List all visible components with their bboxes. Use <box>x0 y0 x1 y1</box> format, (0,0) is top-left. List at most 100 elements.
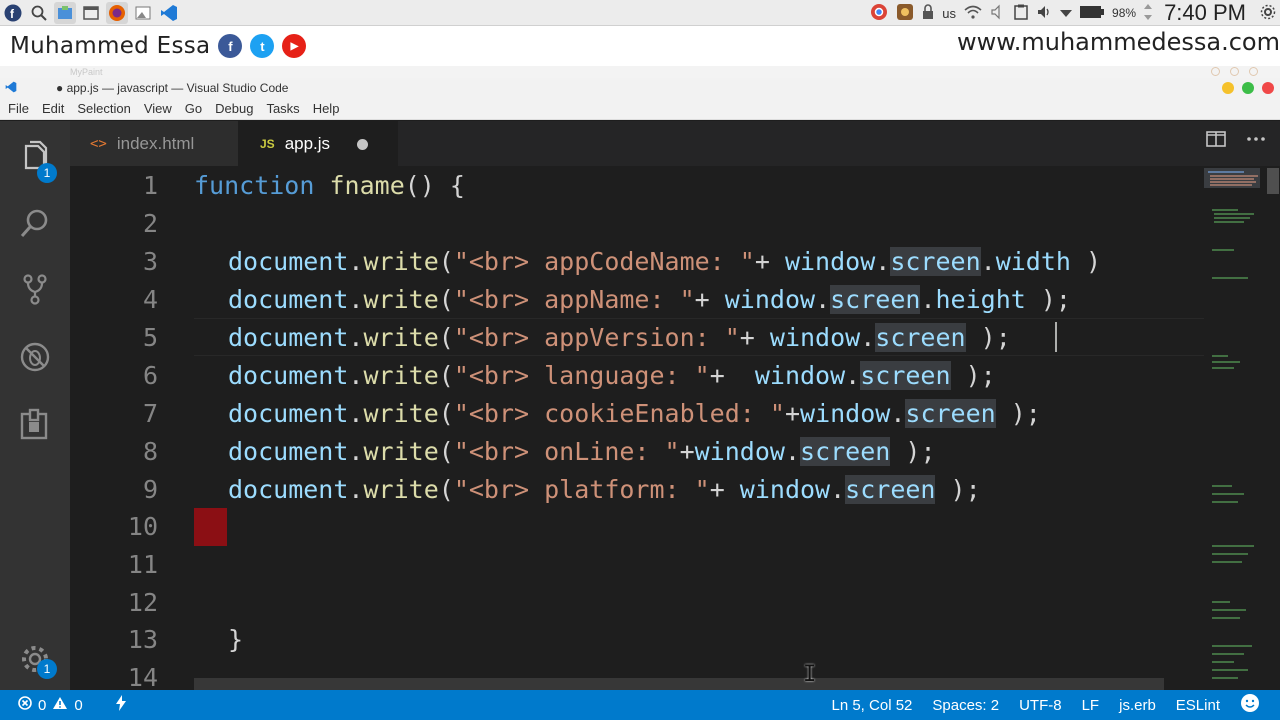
error-icon[interactable] <box>18 696 32 714</box>
code-line-13: } <box>228 625 244 654</box>
volume-alt-icon[interactable] <box>990 4 1006 23</box>
scrollbar-thumb[interactable] <box>1267 168 1279 194</box>
menu-selection[interactable]: Selection <box>77 101 130 116</box>
line-number: 9 <box>142 475 158 504</box>
code-line-1: function fname() { <box>194 171 465 200</box>
code-line-5: document.write("<br> appVersion: "+ wind… <box>228 323 1011 352</box>
background-window-title: MyPaint <box>70 67 103 77</box>
eslint-status[interactable]: ESLint <box>1176 697 1220 714</box>
minimize-button[interactable] <box>1222 82 1234 94</box>
close-button[interactable] <box>1262 82 1274 94</box>
cursor-position[interactable]: Ln 5, Col 52 <box>831 697 912 714</box>
split-editor-icon[interactable] <box>1206 131 1226 152</box>
code-line-8: document.write("<br> onLine: "+window.sc… <box>228 437 936 466</box>
extensions-icon <box>20 408 48 440</box>
tab-index-html[interactable]: <> index.html <box>70 121 238 166</box>
fedora-icon[interactable]: f <box>2 2 24 24</box>
line-number: 6 <box>142 361 158 390</box>
code-line-7: document.write("<br> cookieEnabled: "+wi… <box>228 399 1041 428</box>
vscode-icon[interactable] <box>158 2 180 24</box>
editor-tab-bar: <> index.html JS app.js <box>70 121 1280 166</box>
search-view-button[interactable] <box>0 195 70 251</box>
search-icon <box>20 209 48 237</box>
vertical-scrollbar[interactable] <box>1266 166 1280 690</box>
line-number: 11 <box>127 550 158 579</box>
menu-edit[interactable]: Edit <box>42 101 64 116</box>
indentation[interactable]: Spaces: 2 <box>932 697 999 714</box>
menu-help[interactable]: Help <box>313 101 340 116</box>
js-file-icon: JS <box>260 136 275 151</box>
line-number: 5 <box>142 323 158 352</box>
battery-icon[interactable] <box>1080 5 1105 21</box>
code-line-6: document.write("<br> language: "+ window… <box>228 361 996 390</box>
app-tray-icon[interactable] <box>896 3 914 24</box>
manage-button[interactable]: 1 <box>0 631 70 687</box>
volume-icon[interactable] <box>1036 4 1052 23</box>
menu-debug[interactable]: Debug <box>215 101 253 116</box>
channel-url: www.muhammedessa.com <box>957 28 1280 56</box>
chrome-icon[interactable] <box>870 3 888 24</box>
youtube-icon: ▶ <box>282 34 307 58</box>
lightning-icon[interactable] <box>115 695 127 715</box>
os-top-panel: f us 98% 7:40 PM <box>0 0 1280 26</box>
firefox-icon[interactable] <box>106 1 128 24</box>
tab-app-js[interactable]: JS app.js <box>238 121 398 166</box>
code-line-4: document.write("<br> appName: "+ window.… <box>228 285 1071 314</box>
menu-file[interactable]: File <box>8 101 29 116</box>
error-count[interactable]: 0 <box>38 697 46 714</box>
warning-count[interactable]: 0 <box>74 697 82 714</box>
manage-badge: 1 <box>37 659 57 679</box>
line-number: 14 <box>127 663 158 690</box>
clipboard-icon[interactable] <box>1014 4 1028 23</box>
explorer-badge: 1 <box>37 163 57 183</box>
feedback-smiley-icon[interactable] <box>1240 693 1260 717</box>
menu-tasks[interactable]: Tasks <box>266 101 299 116</box>
more-actions-icon[interactable] <box>1246 131 1266 152</box>
text-cursor <box>1055 322 1057 352</box>
menu-view[interactable]: View <box>144 101 172 116</box>
end-of-line[interactable]: LF <box>1082 697 1100 714</box>
line-number: 1 <box>142 171 158 200</box>
battery-percent: 98% <box>1112 6 1137 20</box>
tab-label: app.js <box>284 133 331 153</box>
line-number: 3 <box>142 247 158 276</box>
background-window-strip: MyPaint <box>0 66 1280 78</box>
menu-go[interactable]: Go <box>185 101 202 116</box>
unsaved-dot-icon[interactable] <box>357 139 368 150</box>
extensions-button[interactable] <box>0 397 70 453</box>
html-file-icon: <> <box>90 135 107 152</box>
files-icon[interactable] <box>54 1 76 24</box>
line-number: 13 <box>127 625 158 654</box>
scroll-indicator-icon <box>1144 3 1153 23</box>
status-bar: 0 0 Ln 5, Col 52 Spaces: 2 UTF-8 LF js.e… <box>0 690 1280 720</box>
keyboard-layout[interactable]: us <box>942 6 956 21</box>
explorer-button[interactable]: 1 <box>0 129 70 185</box>
horizontal-scrollbar[interactable] <box>194 678 1164 690</box>
lock-icon[interactable] <box>922 3 934 23</box>
warning-icon[interactable] <box>52 696 68 714</box>
chevron-down-icon[interactable] <box>1060 6 1073 21</box>
image-viewer-icon[interactable] <box>132 2 154 24</box>
channel-name: Muhammed Essa <box>10 33 211 59</box>
line-number: 8 <box>142 437 158 466</box>
line-number: 12 <box>127 588 158 617</box>
debug-button[interactable] <box>0 329 70 385</box>
clock[interactable]: 7:40 PM <box>1164 0 1246 26</box>
line-number: 4 <box>142 285 158 314</box>
settings-tray-icon[interactable] <box>1260 4 1276 23</box>
source-control-button[interactable] <box>0 261 70 317</box>
code-editor[interactable]: 1 2 3 4 5 6 7 8 9 10 11 12 13 14 functio… <box>70 166 1204 690</box>
vscode-logo-icon <box>0 81 22 96</box>
twitter-icon: t <box>250 34 275 58</box>
line-number: 10 <box>127 512 158 541</box>
window-titlebar: ● app.js — javascript — Visual Studio Co… <box>0 78 1280 98</box>
window-title: ● app.js — javascript — Visual Studio Co… <box>56 81 289 95</box>
search-icon[interactable] <box>28 2 50 24</box>
maximize-button[interactable] <box>1242 82 1254 94</box>
language-mode[interactable]: js.erb <box>1119 697 1156 714</box>
debug-icon <box>20 342 50 372</box>
window-icon[interactable] <box>80 2 102 24</box>
wifi-icon[interactable] <box>964 5 982 22</box>
file-encoding[interactable]: UTF-8 <box>1019 697 1062 714</box>
minimap[interactable] <box>1204 166 1266 690</box>
